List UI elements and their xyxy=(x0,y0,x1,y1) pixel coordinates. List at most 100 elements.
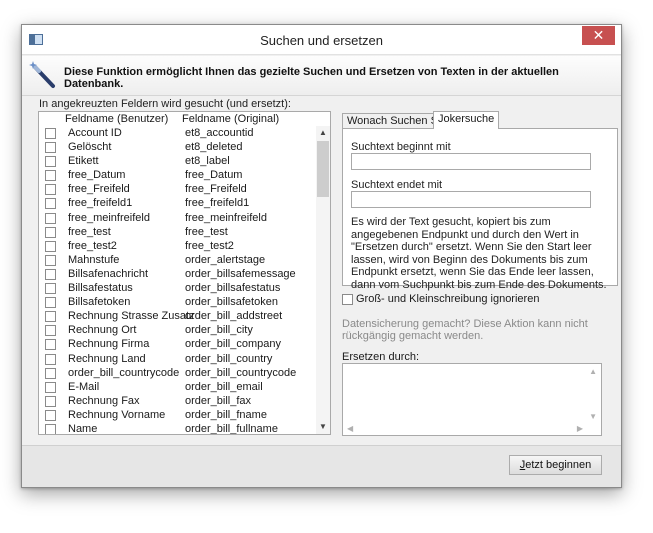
table-row[interactable]: Rechnung Vorname order_bill_fname xyxy=(39,409,317,423)
cell-original-name: free_freifeld1 xyxy=(185,197,250,210)
row-checkbox[interactable] xyxy=(45,198,56,210)
scroll-left-icon[interactable]: ◀ xyxy=(347,424,353,433)
column-header-user[interactable]: Feldname (Benutzer) xyxy=(65,113,168,125)
cell-original-name: et8_deleted xyxy=(185,141,243,154)
end-text-input[interactable] xyxy=(351,191,591,208)
replace-textarea[interactable]: ▲ ▼ ◀ ▶ xyxy=(342,363,602,436)
cell-original-name: order_bill_fullname xyxy=(185,422,278,435)
cell-original-name: et8_accountid xyxy=(185,127,254,139)
table-row[interactable]: free_Datum free_Datum xyxy=(39,169,317,183)
cell-original-name: order_bill_fname xyxy=(185,408,267,421)
cell-original-name: free_test xyxy=(185,225,228,238)
cell-user-name: free_test xyxy=(68,225,111,238)
title-bar: Suchen und ersetzen ✕ xyxy=(22,25,621,55)
table-row[interactable]: free_Freifeld free_Freifeld xyxy=(39,183,317,197)
table-row[interactable]: Etikett et8_label xyxy=(39,155,317,169)
cell-user-name: Rechnung Vorname xyxy=(68,408,166,421)
column-header-original[interactable]: Feldname (Original) xyxy=(182,113,279,125)
table-row[interactable]: free_test2 free_test2 xyxy=(39,240,317,254)
cell-original-name: order_alertstage xyxy=(185,253,266,266)
row-checkbox[interactable] xyxy=(45,226,56,238)
tab-jokersuche[interactable]: Jokersuche xyxy=(433,111,500,129)
row-checkbox[interactable] xyxy=(45,311,56,323)
field-grid[interactable]: Feldname (Benutzer) Feldname (Original) … xyxy=(38,111,331,435)
row-checkbox[interactable] xyxy=(45,156,56,168)
cell-user-name: free_test2 xyxy=(68,239,117,252)
table-row[interactable]: Mahnstufe order_alertstage xyxy=(39,254,317,268)
row-checkbox[interactable] xyxy=(45,409,56,421)
backup-notice: Datensicherung gemacht? Diese Aktion kan… xyxy=(342,318,588,342)
row-checkbox[interactable] xyxy=(45,212,56,224)
joker-help-text: Es wird der Text gesucht, kopiert bis zu… xyxy=(351,216,607,291)
row-checkbox[interactable] xyxy=(45,142,56,154)
cell-original-name: order_bill_city xyxy=(185,324,253,337)
row-checkbox[interactable] xyxy=(45,353,56,365)
table-row[interactable]: free_freifeld1 free_freifeld1 xyxy=(39,197,317,211)
row-checkbox[interactable] xyxy=(45,240,56,252)
cell-user-name: Account ID xyxy=(68,127,122,139)
row-checkbox[interactable] xyxy=(45,423,56,434)
dialog-window: Suchen und ersetzen ✕ Diese Funktion erm… xyxy=(21,24,622,488)
table-row[interactable]: Billsafetoken order_billsafetoken xyxy=(39,296,317,310)
scroll-down-icon[interactable]: ▼ xyxy=(316,420,330,434)
row-checkbox[interactable] xyxy=(45,254,56,266)
close-button[interactable]: ✕ xyxy=(582,26,615,45)
intro-text: Diese Funktion ermöglicht Ihnen das gezi… xyxy=(64,66,559,90)
scroll-thumb[interactable] xyxy=(317,141,329,197)
table-row[interactable]: E-Mail order_bill_email xyxy=(39,381,317,395)
cell-original-name: order_bill_addstreet xyxy=(185,310,283,323)
cell-original-name: order_bill_company xyxy=(185,338,281,351)
table-row[interactable]: Name order_bill_fullname xyxy=(39,422,317,435)
cell-user-name: Billsafenachricht xyxy=(68,267,149,280)
cell-user-name: E-Mail xyxy=(68,380,100,393)
ignore-case-checkbox[interactable] xyxy=(342,294,353,305)
scroll-up-icon[interactable]: ▲ xyxy=(316,126,330,140)
start-button[interactable]: Jetzt beginnen xyxy=(509,455,602,475)
table-row[interactable]: Rechnung Ort order_bill_city xyxy=(39,324,317,338)
scroll-down-icon[interactable]: ▼ xyxy=(589,412,597,421)
row-checkbox[interactable] xyxy=(45,381,56,393)
row-checkbox[interactable] xyxy=(45,283,56,295)
table-row[interactable]: free_test free_test xyxy=(39,226,317,240)
replace-label: Ersetzen durch: xyxy=(342,351,420,363)
cell-user-name: Billsafestatus xyxy=(68,282,133,295)
table-row[interactable]: Billsafenachricht order_billsafemessage xyxy=(39,268,317,282)
ignore-case-label[interactable]: Groß- und Kleinschreibung ignorieren xyxy=(356,293,539,305)
cell-user-name: free_Freifeld xyxy=(68,183,130,196)
row-checkbox[interactable] xyxy=(45,184,56,196)
cell-user-name: Billsafetoken xyxy=(68,296,131,309)
joker-panel: Suchtext beginnt mit Suchtext endet mit … xyxy=(342,128,618,291)
start-text-input[interactable] xyxy=(351,153,591,170)
cell-user-name: Name xyxy=(68,422,98,435)
row-checkbox[interactable] xyxy=(45,128,56,139)
scroll-right-icon[interactable]: ▶ xyxy=(577,424,583,433)
row-checkbox[interactable] xyxy=(45,170,56,182)
scroll-up-icon[interactable]: ▲ xyxy=(589,367,597,376)
table-row[interactable]: Gelöscht et8_deleted xyxy=(39,141,317,155)
cell-original-name: free_test2 xyxy=(185,239,234,252)
cell-original-name: order_bill_fax xyxy=(185,394,252,407)
start-text-label: Suchtext beginnt mit xyxy=(351,141,451,153)
table-row[interactable]: order_bill_countrycode order_bill_country… xyxy=(39,367,317,381)
cell-original-name: free_meinfreifeld xyxy=(185,211,267,224)
row-checkbox[interactable] xyxy=(45,339,56,351)
table-row[interactable]: Rechnung Land order_bill_country xyxy=(39,353,317,367)
cell-user-name: Rechnung Strasse Zusatz xyxy=(68,310,195,323)
cell-original-name: et8_label xyxy=(185,155,230,168)
row-checkbox[interactable] xyxy=(45,297,56,309)
cell-original-name: order_billsafetoken xyxy=(185,296,278,309)
cell-original-name: order_bill_country xyxy=(185,352,273,365)
end-text-label: Suchtext endet mit xyxy=(351,179,443,191)
row-checkbox[interactable] xyxy=(45,367,56,379)
table-row[interactable]: Rechnung Strasse Zusatz order_bill_addstr… xyxy=(39,310,317,324)
row-checkbox[interactable] xyxy=(45,395,56,407)
grid-scrollbar[interactable]: ▲ ▼ xyxy=(316,126,330,434)
table-row[interactable]: Rechnung Firma order_bill_company xyxy=(39,338,317,352)
row-checkbox[interactable] xyxy=(45,325,56,337)
cell-original-name: free_Datum xyxy=(185,169,243,182)
row-checkbox[interactable] xyxy=(45,268,56,280)
table-row[interactable]: Rechnung Fax order_bill_fax xyxy=(39,395,317,409)
table-row[interactable]: Account ID et8_accountid xyxy=(39,127,317,141)
table-row[interactable]: free_meinfreifeld free_meinfreifeld xyxy=(39,212,317,226)
table-row[interactable]: Billsafestatus order_billsafestatus xyxy=(39,282,317,296)
